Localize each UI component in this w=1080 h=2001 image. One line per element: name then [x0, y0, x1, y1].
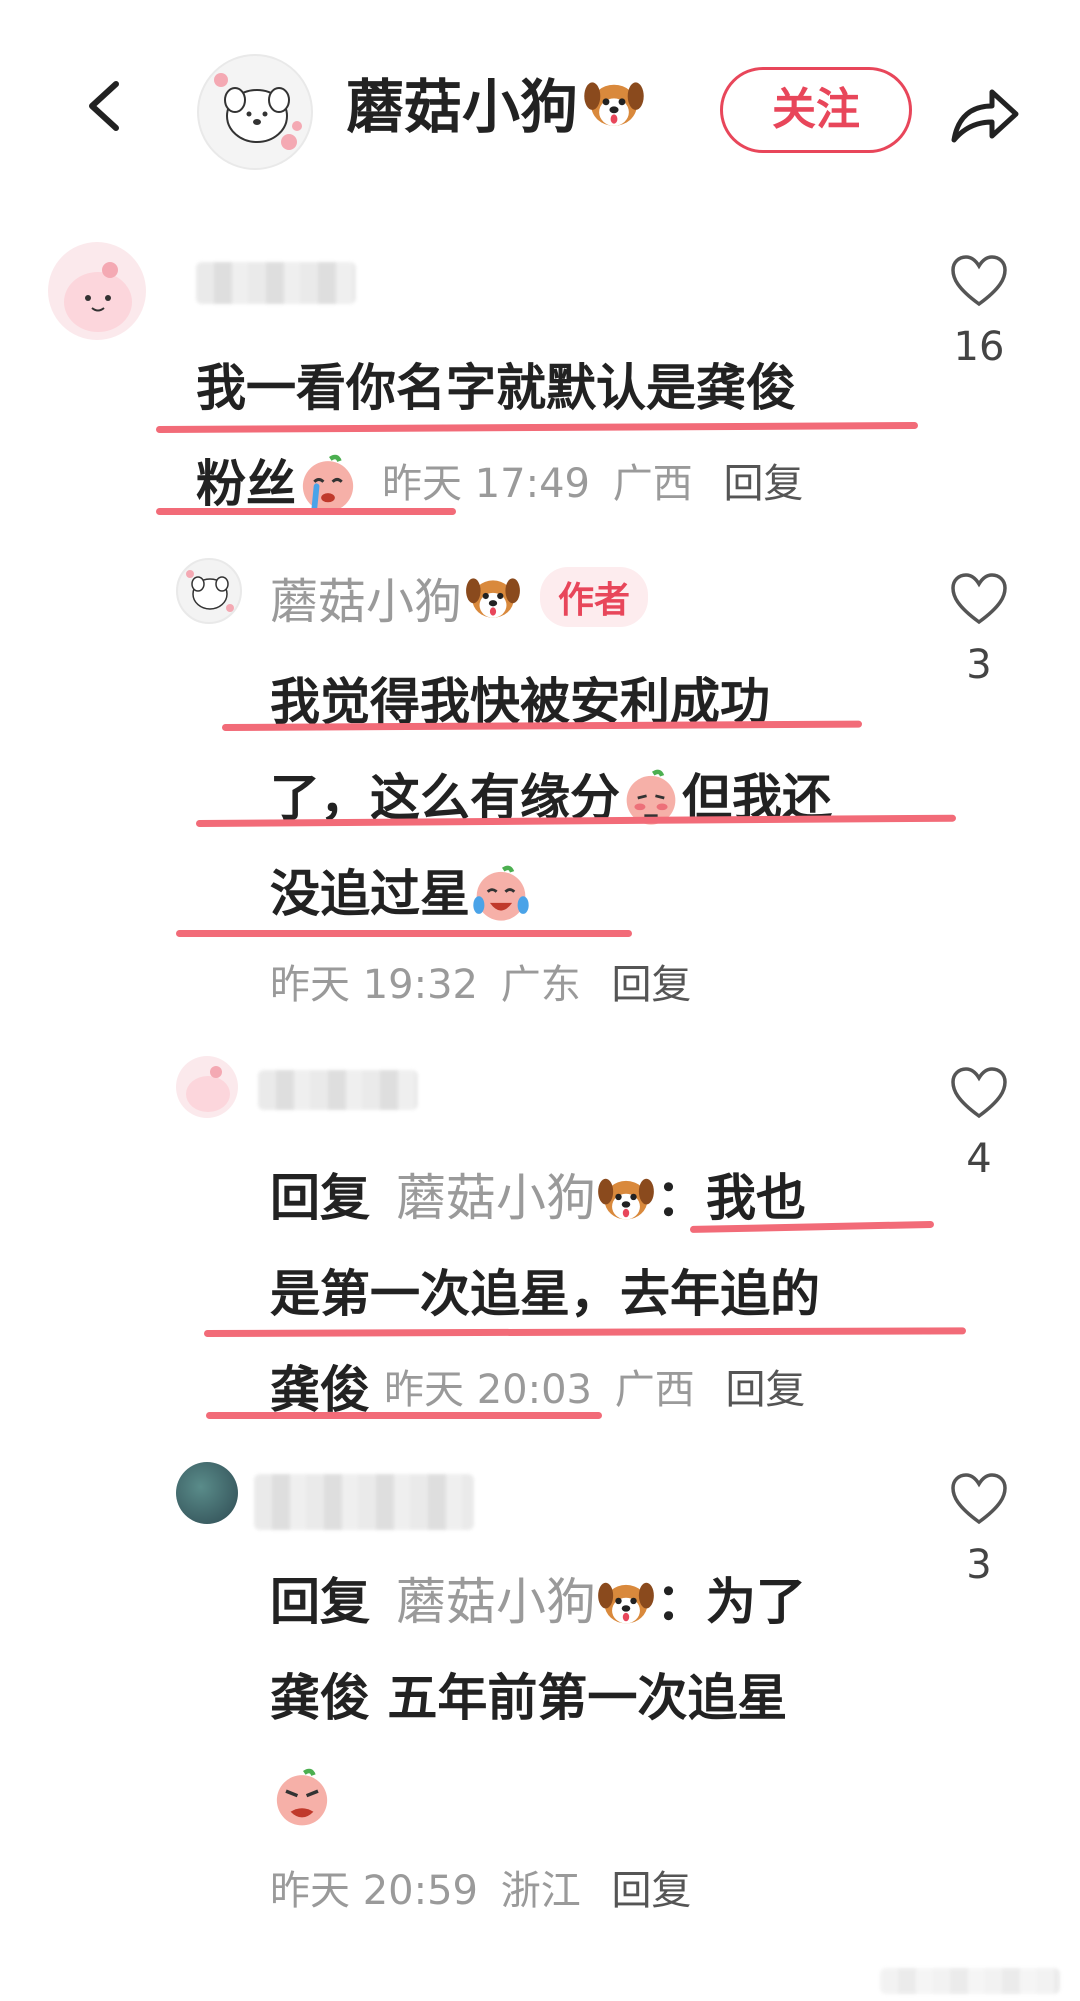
- like-count: 4: [966, 1136, 992, 1182]
- blurred-username: [254, 1474, 474, 1530]
- header-title: 蘑菇小狗: [346, 68, 646, 146]
- reply-link[interactable]: 回复: [611, 962, 691, 1008]
- dog-emoji-icon: [466, 578, 520, 618]
- crying-face-icon: [302, 454, 354, 512]
- author-name[interactable]: 蘑菇小狗: [270, 562, 462, 632]
- watermark: [880, 1968, 1060, 1994]
- pink-character-icon: [64, 262, 132, 332]
- comment-time: 昨天 20:59: [270, 1868, 478, 1914]
- comment-meta: 昨天 19:32 广东 回复: [270, 952, 691, 1010]
- highlight-underline: [206, 1412, 602, 1419]
- dog-emoji-icon: [598, 1178, 654, 1220]
- like-button[interactable]: 16: [944, 254, 1014, 370]
- highlight-underline: [156, 508, 456, 515]
- comment-line: 粉丝 昨天 17:49 广西 回复: [196, 436, 803, 532]
- heart-outline-icon: [951, 573, 1007, 625]
- like-count: 16: [953, 324, 1005, 370]
- comment-line-text: ：为了: [656, 1573, 806, 1631]
- reply-link[interactable]: 回复: [725, 1367, 805, 1413]
- highlight-underline: [203, 1327, 967, 1337]
- comment-time: 昨天 17:49: [382, 461, 590, 507]
- reply-prefix: 回复: [270, 1573, 370, 1631]
- like-button[interactable]: 4: [944, 1066, 1014, 1182]
- reply-target-name[interactable]: 蘑菇小狗: [396, 1554, 596, 1650]
- comment-region: 广西: [614, 1367, 695, 1413]
- dog-emoji-icon: [598, 1582, 654, 1624]
- comment-line: 龚俊 昨天 20:03 广西 回复: [270, 1342, 820, 1438]
- comment-line: [270, 1746, 806, 1842]
- commenter-avatar[interactable]: [176, 1056, 238, 1118]
- author-badge: 作者: [540, 567, 649, 627]
- like-button[interactable]: 3: [944, 1472, 1014, 1588]
- comment-line: 龚俊 五年前第一次追星: [270, 1669, 788, 1727]
- reply-target-name[interactable]: 蘑菇小狗: [396, 1150, 596, 1246]
- back-button[interactable]: [78, 78, 134, 134]
- comment-line: 没追过星: [270, 846, 832, 942]
- reply-link[interactable]: 回复: [723, 461, 803, 507]
- comment-line: 我一看你名字就默认是龚俊: [196, 359, 796, 417]
- commenter-avatar[interactable]: [176, 1462, 238, 1524]
- share-button[interactable]: [948, 82, 1022, 148]
- comment-region: 浙江: [500, 1868, 581, 1914]
- comment-time: 昨天 20:03: [384, 1367, 592, 1413]
- comment-meta: 昨天 17:49 广西 回复: [382, 436, 803, 532]
- heart-outline-icon: [951, 1067, 1007, 1119]
- blurred-username: [196, 262, 356, 304]
- comment-text: 我觉得我快被安利成功 了，这么有缘分 但我还 没追过星: [270, 654, 832, 942]
- highlight-underline: [176, 930, 632, 937]
- puppy-avatar-icon: [214, 73, 302, 150]
- chevron-left-icon: [89, 81, 119, 131]
- like-count: 3: [966, 1542, 992, 1588]
- comment-line-text: 龚俊: [270, 1361, 370, 1419]
- comment-region: 广西: [612, 461, 693, 507]
- author-row: 蘑菇小狗 作者: [270, 562, 649, 632]
- like-button[interactable]: 3: [944, 572, 1014, 688]
- comment-line-text: 了，这么有缘分: [270, 769, 620, 827]
- comment-line: 回复 蘑菇小狗 ：为了: [270, 1554, 806, 1650]
- comment-text: 我一看你名字就默认是龚俊 粉丝 昨天 17:49 广西 回复: [196, 340, 803, 532]
- puppy-avatar-icon: [186, 570, 234, 612]
- author-avatar[interactable]: [176, 558, 242, 624]
- commenter-avatar[interactable]: [48, 242, 146, 340]
- comment-text: 回复 蘑菇小狗 ：为了 龚俊 五年前第一次追星: [270, 1554, 806, 1842]
- comment-line-text: 没追过星: [270, 865, 470, 923]
- header-title-text: 蘑菇小狗: [346, 73, 579, 141]
- heart-outline-icon: [951, 255, 1007, 307]
- reply-link[interactable]: 回复: [611, 1868, 691, 1914]
- blurred-username: [258, 1070, 418, 1110]
- pink-character-icon: [186, 1066, 230, 1112]
- reply-prefix: 回复: [270, 1169, 370, 1227]
- comment-line: 了，这么有缘分 但我还: [270, 750, 832, 846]
- like-count: 3: [966, 642, 992, 688]
- comment-time: 昨天 19:32: [270, 962, 478, 1008]
- comment-line-text: 但我还: [682, 769, 832, 827]
- comment-line-text: 粉丝: [196, 455, 296, 513]
- dog-emoji-icon: [584, 82, 644, 126]
- comment-line: 我觉得我快被安利成功: [270, 673, 770, 731]
- angry-face-icon: [276, 1768, 328, 1825]
- comment-meta: 昨天 20:03 广西 回复: [384, 1342, 805, 1438]
- header-avatar[interactable]: [197, 54, 313, 170]
- follow-button[interactable]: 关注: [720, 67, 912, 153]
- comment-region: 广东: [500, 962, 581, 1008]
- comment-meta: 昨天 20:59 浙江 回复: [270, 1858, 691, 1916]
- laughing-tears-icon: [473, 865, 529, 921]
- heart-outline-icon: [951, 1473, 1007, 1525]
- comment-text: 回复 蘑菇小狗 ：我也 是第一次追星，去年追的 龚俊 昨天 20:03 广西 回…: [270, 1150, 820, 1438]
- share-arrow-icon: [951, 89, 1019, 143]
